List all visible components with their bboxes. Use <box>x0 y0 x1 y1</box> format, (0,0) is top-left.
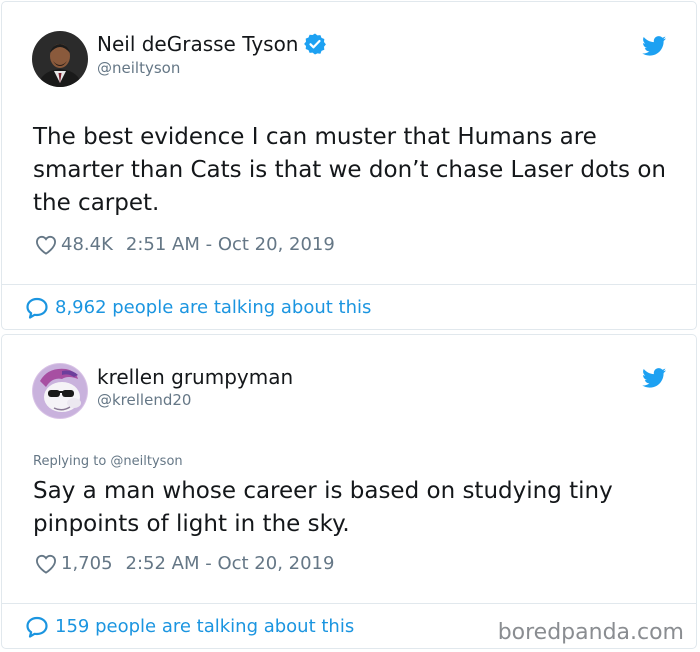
author-name-row[interactable]: Neil deGrasse Tyson <box>97 32 327 56</box>
replying-to[interactable]: Replying to @neiltyson <box>33 454 183 469</box>
avatar[interactable] <box>32 31 88 87</box>
twitter-bird-icon[interactable] <box>642 368 666 388</box>
twitter-bird-icon[interactable] <box>642 36 666 56</box>
talking-link[interactable]: 159 people are talking about this <box>25 615 354 639</box>
tweet-text: The best evidence I can muster that Huma… <box>33 124 666 216</box>
author-handle[interactable]: @krellend20 <box>97 391 191 409</box>
author-name[interactable]: krellen grumpyman <box>97 365 293 389</box>
heart-icon[interactable] <box>35 554 57 574</box>
tweet-meta: 1,705 2:52 AM - Oct 20, 2019 <box>35 553 334 575</box>
talking-text[interactable]: 159 people are talking about this <box>55 616 354 638</box>
tweet-card-neiltyson[interactable]: Neil deGrasse Tyson @neiltyson The best … <box>1 1 697 330</box>
avatar[interactable] <box>32 363 88 419</box>
speech-bubble-icon <box>26 297 48 319</box>
speech-bubble-icon <box>26 616 48 638</box>
author-handle[interactable]: @neiltyson <box>97 59 180 77</box>
like-count[interactable]: 1,705 <box>61 553 113 575</box>
timestamp[interactable]: 2:51 AM - Oct 20, 2019 <box>126 234 335 256</box>
avatar-man-icon <box>32 31 88 87</box>
heart-icon[interactable] <box>35 235 57 255</box>
tweet-card-krellend20[interactable]: krellen grumpyman @krellend20 Replying t… <box>1 334 697 649</box>
talking-link[interactable]: 8,962 people are talking about this <box>25 296 371 320</box>
boredpanda-watermark: boredpanda.com <box>497 620 684 645</box>
tweet-meta: 48.4K 2:51 AM - Oct 20, 2019 <box>35 234 335 256</box>
avatar-pony-icon <box>32 363 88 419</box>
tweet-text: Say a man whose career is based on study… <box>33 478 613 537</box>
divider <box>2 603 696 604</box>
divider <box>2 284 696 285</box>
talking-text[interactable]: 8,962 people are talking about this <box>55 297 371 319</box>
like-count[interactable]: 48.4K <box>61 234 113 256</box>
author-name[interactable]: Neil deGrasse Tyson <box>97 32 298 56</box>
author-name-row[interactable]: krellen grumpyman <box>97 365 293 389</box>
verified-badge-icon <box>304 33 327 55</box>
timestamp[interactable]: 2:52 AM - Oct 20, 2019 <box>126 553 335 575</box>
